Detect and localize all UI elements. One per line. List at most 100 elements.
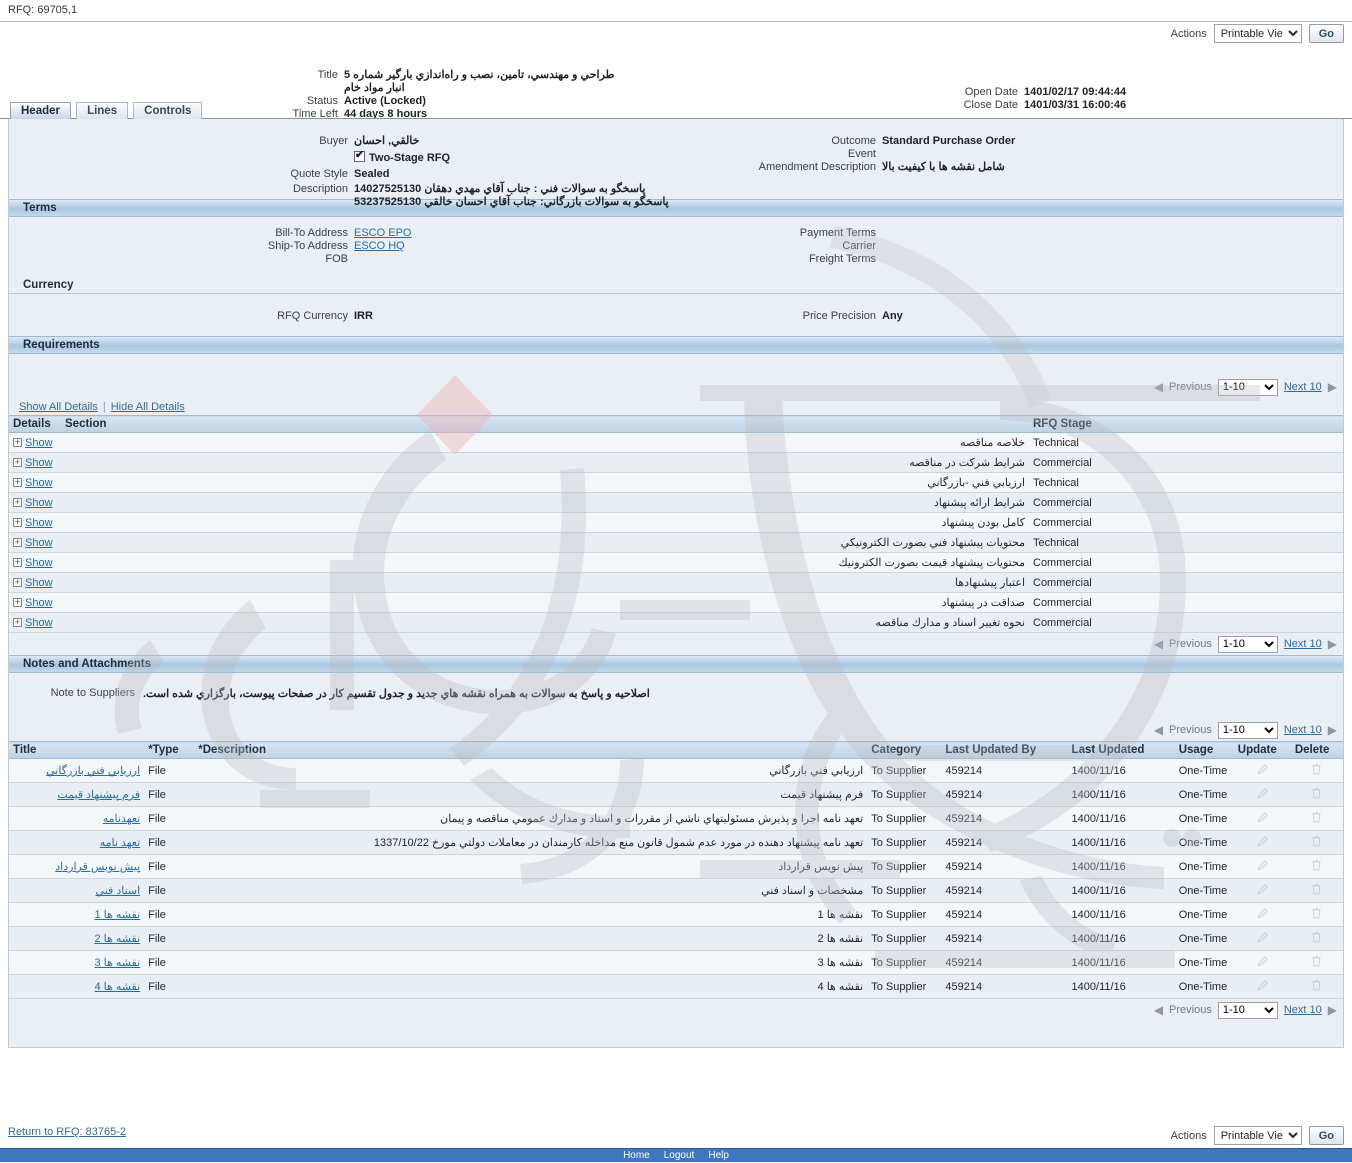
delete-trash-icon[interactable]	[1310, 882, 1323, 899]
next-arrow-icon-req-top[interactable]: ▶	[1328, 380, 1337, 394]
delete-trash-icon[interactable]	[1310, 810, 1323, 827]
show-details-link[interactable]: Show	[25, 457, 53, 469]
attachment-delete-cell[interactable]	[1291, 855, 1343, 879]
go-button-bottom[interactable]: Go	[1309, 1126, 1344, 1145]
show-details-link[interactable]: Show	[25, 557, 53, 569]
return-to-rfq-link[interactable]: Return to RFQ: 83765-2	[8, 1126, 126, 1138]
attachment-delete-cell[interactable]	[1291, 951, 1343, 975]
next-link-att-top[interactable]: Next 10	[1284, 724, 1322, 736]
update-pencil-icon[interactable]	[1256, 787, 1269, 803]
expand-plus-icon[interactable]: +	[13, 558, 22, 567]
attachment-update-cell[interactable]	[1234, 807, 1291, 831]
show-details-link[interactable]: Show	[25, 597, 53, 609]
attachment-update-cell[interactable]	[1234, 927, 1291, 951]
update-pencil-icon[interactable]	[1256, 979, 1269, 995]
delete-trash-icon[interactable]	[1310, 834, 1323, 851]
show-details-link[interactable]: Show	[25, 497, 53, 509]
attachment-delete-cell[interactable]	[1291, 879, 1343, 903]
attachment-title-link[interactable]: نقشه ها 1	[94, 909, 140, 921]
attachment-title-link[interactable]: نقشه ها 2	[94, 933, 140, 945]
attachment-update-cell[interactable]	[1234, 951, 1291, 975]
attachment-update-cell[interactable]	[1234, 831, 1291, 855]
update-pencil-icon[interactable]	[1256, 907, 1269, 923]
delete-trash-icon[interactable]	[1310, 954, 1323, 971]
attachment-title-link[interactable]: اسناد فني	[96, 885, 141, 897]
actions-select-bottom[interactable]: Printable View	[1214, 1126, 1302, 1145]
attachment-delete-cell[interactable]	[1291, 927, 1343, 951]
show-details-link[interactable]: Show	[25, 537, 53, 549]
update-pencil-icon[interactable]	[1256, 859, 1269, 875]
footer-link-logout[interactable]: Logout	[664, 1150, 695, 1161]
attachment-title-link[interactable]: فرم پيشنهاد قيمت	[57, 789, 140, 801]
expand-plus-icon[interactable]: +	[13, 458, 22, 467]
range-select-att-bottom[interactable]: 1-10	[1218, 1002, 1278, 1019]
attachment-title-cell: نقشه ها 1	[9, 903, 144, 927]
attachment-delete-cell[interactable]	[1291, 903, 1343, 927]
next-arrow-icon-att-bottom[interactable]: ▶	[1328, 1003, 1337, 1017]
checkbox-checked-icon[interactable]	[354, 151, 365, 162]
delete-trash-icon[interactable]	[1310, 930, 1323, 947]
delete-trash-icon[interactable]	[1310, 786, 1323, 803]
ship-to-link[interactable]: ESCO HQ	[354, 240, 405, 252]
delete-trash-icon[interactable]	[1310, 978, 1323, 995]
attachment-update-cell[interactable]	[1234, 783, 1291, 807]
attachment-title-link[interactable]: نقشه ها 3	[94, 957, 140, 969]
expand-plus-icon[interactable]: +	[13, 438, 22, 447]
go-button-top[interactable]: Go	[1309, 24, 1344, 43]
next-link-att-bottom[interactable]: Next 10	[1284, 1004, 1322, 1016]
next-link-req-bottom[interactable]: Next 10	[1284, 638, 1322, 650]
attachment-delete-cell[interactable]	[1291, 975, 1343, 999]
attachment-update-cell[interactable]	[1234, 759, 1291, 783]
delete-trash-icon[interactable]	[1310, 906, 1323, 923]
attachment-update-cell[interactable]	[1234, 855, 1291, 879]
update-pencil-icon[interactable]	[1256, 835, 1269, 851]
expand-plus-icon[interactable]: +	[13, 478, 22, 487]
show-details-link[interactable]: Show	[25, 577, 53, 589]
attachment-title-link[interactable]: پيش نويس قرارداد	[55, 861, 140, 873]
attachment-update-cell[interactable]	[1234, 975, 1291, 999]
next-link-req-top[interactable]: Next 10	[1284, 381, 1322, 393]
expand-plus-icon[interactable]: +	[13, 598, 22, 607]
expand-plus-icon[interactable]: +	[13, 578, 22, 587]
attachment-delete-cell[interactable]	[1291, 759, 1343, 783]
attachment-update-cell[interactable]	[1234, 903, 1291, 927]
update-pencil-icon[interactable]	[1256, 811, 1269, 827]
footer-link-home[interactable]: Home	[623, 1150, 650, 1161]
bill-to-link[interactable]: ESCO EPO	[354, 227, 411, 239]
attachment-delete-cell[interactable]	[1291, 783, 1343, 807]
actions-select-top[interactable]: Printable View	[1214, 24, 1302, 43]
update-pencil-icon[interactable]	[1256, 763, 1269, 779]
range-select-req-bottom[interactable]: 1-10	[1218, 636, 1278, 653]
update-pencil-icon[interactable]	[1256, 883, 1269, 899]
next-arrow-icon-req-bottom[interactable]: ▶	[1328, 637, 1337, 651]
expand-plus-icon[interactable]: +	[13, 498, 22, 507]
tab-controls[interactable]: Controls	[133, 102, 202, 119]
show-all-details-link[interactable]: Show All Details	[19, 401, 98, 413]
expand-plus-icon[interactable]: +	[13, 538, 22, 547]
attachment-title-link[interactable]: ارزيابي فني بازرگاني	[46, 765, 140, 777]
tab-header[interactable]: Header	[10, 102, 71, 119]
range-select-att-top[interactable]: 1-10	[1218, 722, 1278, 739]
range-select-req-top[interactable]: 1-10	[1218, 379, 1278, 396]
attachment-title-link[interactable]: تعهد نامه	[100, 837, 140, 849]
tab-lines[interactable]: Lines	[76, 102, 128, 119]
next-arrow-icon-att-top[interactable]: ▶	[1328, 723, 1337, 737]
delete-trash-icon[interactable]	[1310, 762, 1323, 779]
expand-plus-icon[interactable]: +	[13, 618, 22, 627]
attachment-update-cell[interactable]	[1234, 879, 1291, 903]
attachment-title-link[interactable]: تعهدنامه	[103, 813, 140, 825]
hide-all-details-link[interactable]: Hide All Details	[111, 401, 185, 413]
show-details-link[interactable]: Show	[25, 477, 53, 489]
attachment-delete-cell[interactable]	[1291, 807, 1343, 831]
footer-link-help[interactable]: Help	[708, 1150, 729, 1161]
show-details-link[interactable]: Show	[25, 517, 53, 529]
expand-plus-icon[interactable]: +	[13, 518, 22, 527]
delete-trash-icon[interactable]	[1310, 858, 1323, 875]
update-pencil-icon[interactable]	[1256, 955, 1269, 971]
show-details-link[interactable]: Show	[25, 617, 53, 629]
attachment-title-link[interactable]: نقشه ها 4	[94, 981, 140, 993]
show-details-link[interactable]: Show	[25, 437, 53, 449]
two-stage-checkbox-row[interactable]: Two-Stage RFQ	[354, 151, 450, 165]
update-pencil-icon[interactable]	[1256, 931, 1269, 947]
attachment-delete-cell[interactable]	[1291, 831, 1343, 855]
